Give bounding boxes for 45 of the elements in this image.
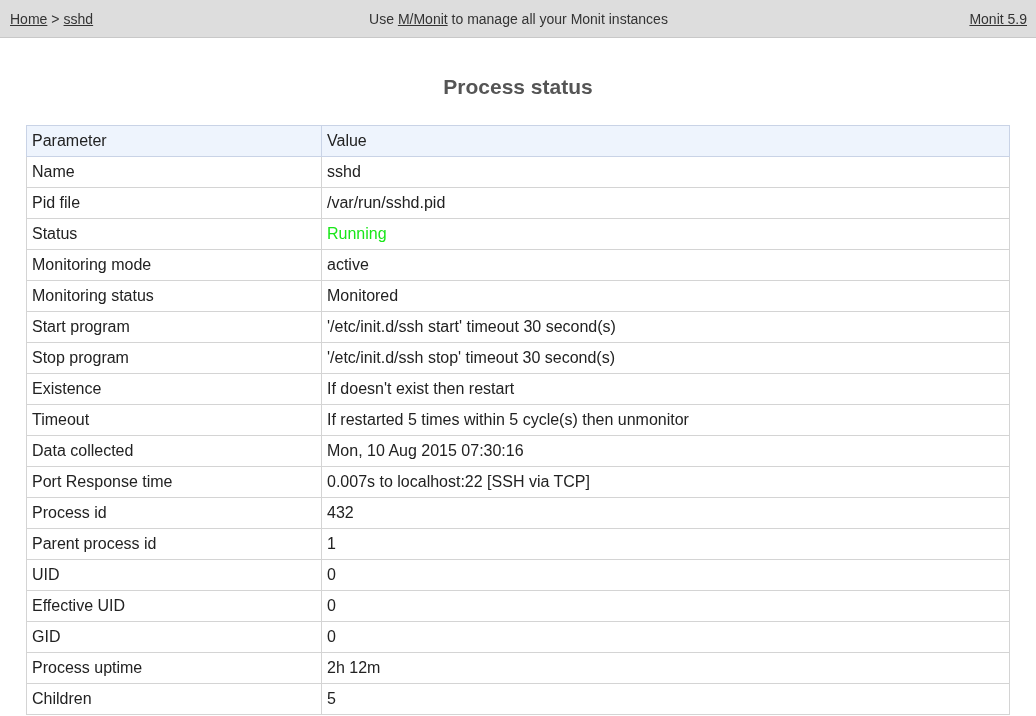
table-cell: Data collected	[26, 435, 322, 467]
table-cell: Children	[26, 683, 322, 715]
table-cell: '/etc/init.d/ssh stop' timeout 30 second(s)	[321, 342, 1010, 374]
breadcrumb-link[interactable]: Home	[10, 10, 48, 27]
table-cell: Monitored	[321, 280, 1010, 312]
table-cell: 5	[321, 683, 1010, 715]
table-cell: Existence	[26, 373, 322, 405]
table-cell: Timeout	[26, 404, 322, 436]
breadcrumb-link[interactable]: sshd	[63, 10, 94, 27]
table-cell: '/etc/init.d/ssh start' timeout 30 second(s)	[321, 311, 1010, 343]
table-cell: 0	[321, 621, 1010, 653]
table-cell: Stop program	[26, 342, 322, 374]
table-cell: Monitoring status	[26, 280, 322, 312]
table-cell: UID	[26, 559, 322, 591]
table-cell: Monitoring mode	[26, 249, 322, 281]
table-cell: If restarted 5 times within 5 cycle(s) then unmonitor	[321, 404, 1010, 436]
status-cell: Running	[321, 218, 1010, 250]
table-cell: 0	[321, 559, 1010, 591]
table-cell: 432	[321, 497, 1010, 529]
table-cell: /var/run/sshd.pid	[321, 187, 1010, 219]
table-cell: 2h 12m	[321, 652, 1010, 684]
table-cell: Name	[26, 156, 322, 188]
table-cell: 1	[321, 528, 1010, 560]
table-cell: Process uptime	[26, 652, 322, 684]
table-cell: Mon, 10 Aug 2015 07:30:16	[321, 435, 1010, 467]
table-cell: If doesn't exist then restart	[321, 373, 1010, 405]
table-cell: active	[321, 249, 1010, 281]
table-cell: sshd	[321, 156, 1010, 188]
mmonit-link[interactable]: M/Monit	[397, 10, 448, 27]
table-cell: Port Response time	[26, 466, 322, 498]
table-cell: 0.007s to localhost:22 [SSH via TCP]	[321, 466, 1010, 498]
table-cell: GID	[26, 621, 322, 653]
table-cell: Parent process id	[26, 528, 322, 560]
table-cell: Pid file	[26, 187, 322, 219]
table-cell: Status	[26, 218, 322, 250]
column-header: Parameter	[26, 125, 322, 157]
version-link[interactable]: Monit 5.9	[969, 10, 1027, 27]
table-cell: Effective UID	[26, 590, 322, 622]
column-header: Value	[321, 125, 1010, 157]
table-cell: Start program	[26, 311, 322, 343]
breadcrumb-separator: >	[51, 10, 60, 27]
table-cell: 0	[321, 590, 1010, 622]
table-cell: Process id	[26, 497, 322, 529]
page-title: Process status	[442, 75, 594, 100]
notice-text: Use M/Monit to manage all your Monit instances	[368, 10, 669, 27]
